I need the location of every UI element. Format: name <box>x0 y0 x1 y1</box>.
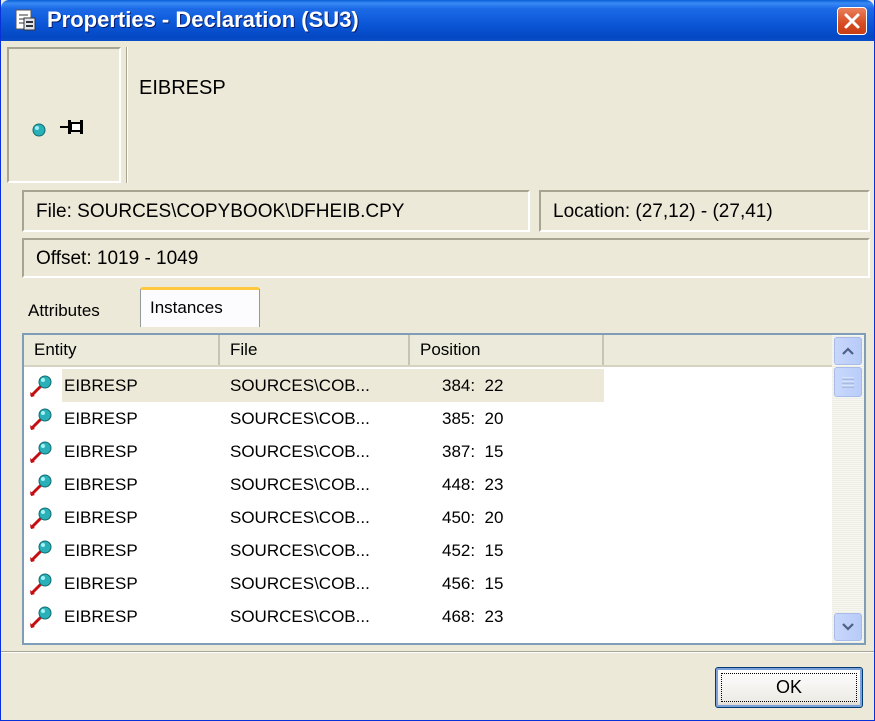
cell-entity: EIBRESP <box>64 574 138 593</box>
file-field: File: SOURCES\COPYBOOK\DFHEIB.CPY <box>22 190 530 232</box>
entity-reference-icon <box>29 606 52 629</box>
cell-position: 448: 23 <box>442 475 504 494</box>
cell-entity: EIBRESP <box>64 475 138 494</box>
chevron-down-icon <box>842 623 854 631</box>
scroll-thumb[interactable] <box>834 367 862 397</box>
cell-entity: EIBRESP <box>64 376 138 395</box>
properties-icon <box>15 9 36 31</box>
pin-icon <box>60 120 83 134</box>
cell-position: 385: 20 <box>442 409 504 428</box>
tab-attributes-label: Attributes <box>28 301 100 320</box>
entity-reference-icon <box>29 408 52 431</box>
location-field: Location: (27,12) - (27,41) <box>539 190 870 232</box>
ok-button[interactable]: OK <box>715 667 863 708</box>
table-row[interactable]: EIBRESP SOURCES\COB... 456: 15 <box>24 567 832 600</box>
cell-position: 452: 15 <box>442 541 504 560</box>
table-row[interactable]: EIBRESP SOURCES\COB... 452: 15 <box>24 534 832 567</box>
cell-file: SOURCES\COB... <box>230 508 370 527</box>
instances-list[interactable]: Entity File Position EIBRESP SOURCES\COB… <box>22 333 866 645</box>
column-header-file[interactable]: File <box>220 335 410 365</box>
table-row[interactable]: EIBRESP SOURCES\COB... 468: 23 <box>24 600 832 633</box>
icon-panel <box>7 47 121 183</box>
tab-attributes[interactable]: Attributes <box>22 293 138 325</box>
entity-reference-icon <box>29 573 52 596</box>
cell-file: SOURCES\COB... <box>230 442 370 461</box>
scroll-down-button[interactable] <box>834 613 862 641</box>
cell-position: 387: 15 <box>442 442 504 461</box>
column-header-blank <box>604 335 832 365</box>
scroll-up-button[interactable] <box>834 337 862 365</box>
table-row[interactable]: EIBRESP SOURCES\COB... 448: 23 <box>24 468 832 501</box>
file-text: File: SOURCES\COPYBOOK\DFHEIB.CPY <box>36 201 405 222</box>
entity-reference-icon <box>29 441 52 464</box>
offset-text: Offset: 1019 - 1049 <box>36 248 199 269</box>
tab-instances[interactable]: Instances <box>140 287 260 327</box>
table-row[interactable]: EIBRESP SOURCES\COB... 450: 20 <box>24 501 832 534</box>
list-header: Entity File Position <box>24 335 832 367</box>
cell-file: SOURCES\COB... <box>230 376 370 395</box>
vertical-scrollbar[interactable] <box>832 335 864 643</box>
cell-position: 468: 23 <box>442 607 504 626</box>
header-divider <box>126 47 128 183</box>
cell-entity: EIBRESP <box>64 409 138 428</box>
cell-file: SOURCES\COB... <box>230 607 370 626</box>
entity-reference-icon <box>29 540 52 563</box>
entity-reference-icon <box>29 375 52 398</box>
chevron-up-icon <box>842 347 854 355</box>
cell-position: 450: 20 <box>442 508 504 527</box>
tab-bar: Attributes Instances <box>22 285 866 327</box>
entity-name: EIBRESP <box>139 77 226 99</box>
ok-label: OK <box>775 677 802 697</box>
grip-icon <box>842 377 854 388</box>
footer-separator <box>1 651 874 653</box>
table-row[interactable]: EIBRESP SOURCES\COB... 385: 20 <box>24 402 832 435</box>
cell-file: SOURCES\COB... <box>230 409 370 428</box>
cell-file: SOURCES\COB... <box>230 475 370 494</box>
cell-entity: EIBRESP <box>64 541 138 560</box>
cell-entity: EIBRESP <box>64 607 138 626</box>
offset-field: Offset: 1019 - 1049 <box>22 238 870 278</box>
entity-reference-icon <box>29 507 52 530</box>
teal-dot-icon <box>32 123 46 137</box>
table-row[interactable]: EIBRESP SOURCES\COB... 384: 22 <box>24 369 832 402</box>
title-bar[interactable]: Properties - Declaration (SU3) <box>1 0 874 41</box>
entity-reference-icon <box>29 474 52 497</box>
properties-window: Properties - Declaration (SU3) EIBRESP F… <box>0 0 875 721</box>
cell-entity: EIBRESP <box>64 508 138 527</box>
tab-instances-label: Instances <box>150 298 223 317</box>
cell-entity: EIBRESP <box>64 442 138 461</box>
cell-file: SOURCES\COB... <box>230 541 370 560</box>
cell-file: SOURCES\COB... <box>230 574 370 593</box>
close-button[interactable] <box>837 7 867 35</box>
cell-position: 384: 22 <box>442 376 504 395</box>
close-icon <box>844 13 860 29</box>
window-title: Properties - Declaration (SU3) <box>47 7 359 32</box>
table-row[interactable]: EIBRESP SOURCES\COB... 387: 15 <box>24 435 832 468</box>
column-header-position[interactable]: Position <box>410 335 604 365</box>
column-header-entity[interactable]: Entity <box>24 335 220 365</box>
cell-position: 456: 15 <box>442 574 504 593</box>
location-text: Location: (27,12) - (27,41) <box>553 201 773 222</box>
